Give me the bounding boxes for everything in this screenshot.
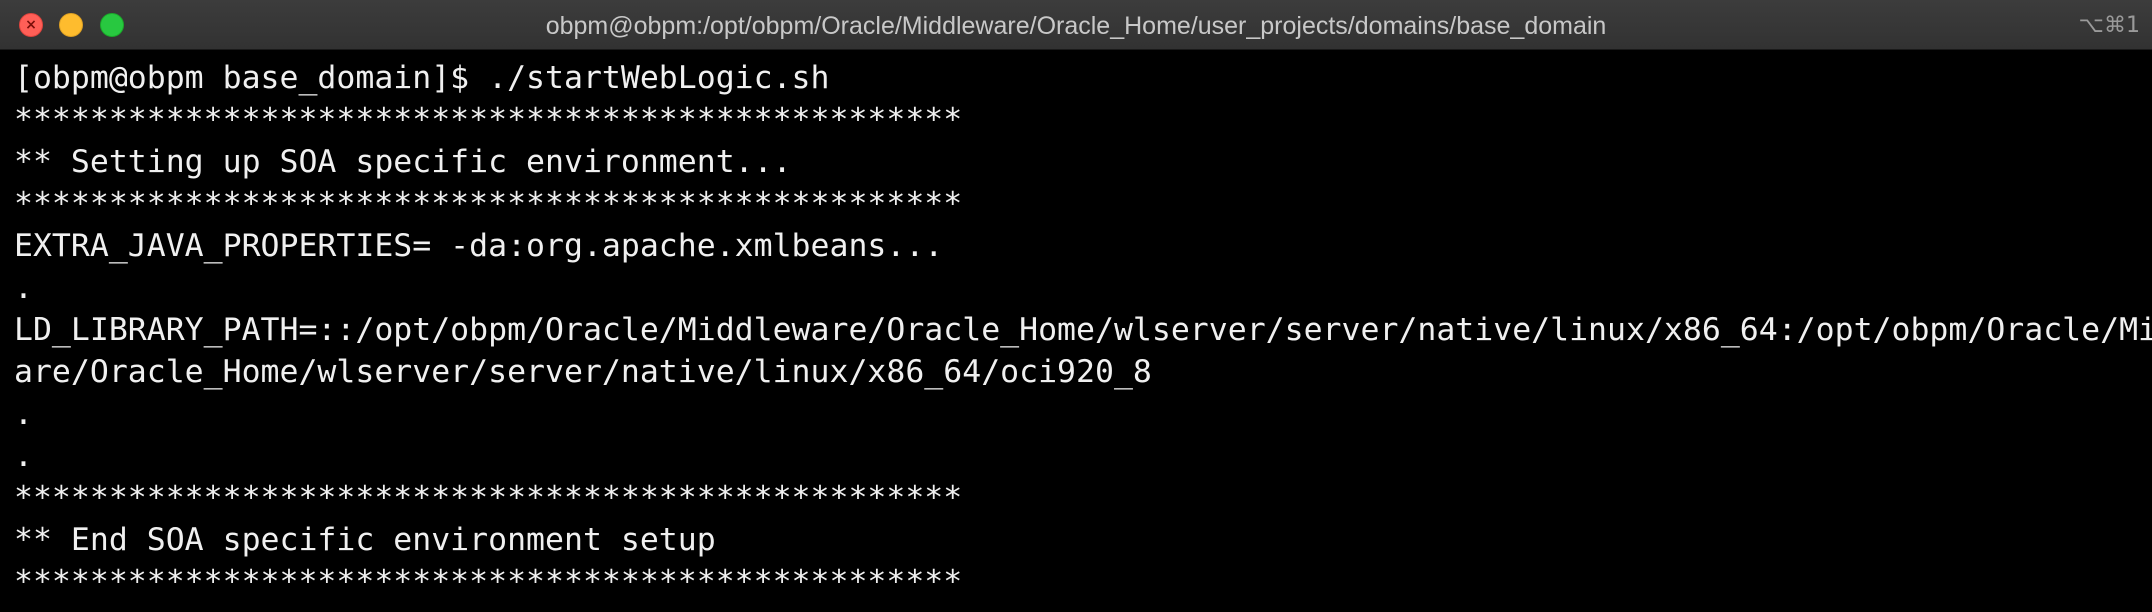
output-line: . [14,396,33,432]
separator-line: ****************************************… [14,564,963,600]
title-bar[interactable]: × obpm@obpm:/opt/obpm/Oracle/Middleware/… [0,0,2152,50]
output-line: EXTRA_JAVA_PROPERTIES= -da:org.apache.xm… [14,228,944,264]
separator-line: ****************************************… [14,480,963,516]
tab-shortcut-label: ⌥⌘1 [2078,13,2140,38]
terminal-output[interactable]: [obpm@obpm base_domain]$ ./startWebLogic… [0,50,2152,612]
output-line: . [14,438,33,474]
output-line: . [14,270,33,306]
window-title: obpm@obpm:/opt/obpm/Oracle/Middleware/Or… [545,12,1607,40]
separator-line: ****************************************… [14,186,963,222]
terminal-window: × obpm@obpm:/opt/obpm/Oracle/Middleware/… [0,0,2152,612]
output-line: are/Oracle_Home/wlserver/server/native/l… [14,354,1152,390]
output-line: LD_LIBRARY_PATH=::/opt/obpm/Oracle/Middl… [14,312,2152,348]
output-line: ** End SOA specific environment setup [14,522,716,558]
separator-line: ****************************************… [14,102,963,138]
command-prompt-line: [obpm@obpm base_domain]$ ./startWebLogic… [14,60,830,96]
output-line: ** Setting up SOA specific environment..… [14,144,792,180]
